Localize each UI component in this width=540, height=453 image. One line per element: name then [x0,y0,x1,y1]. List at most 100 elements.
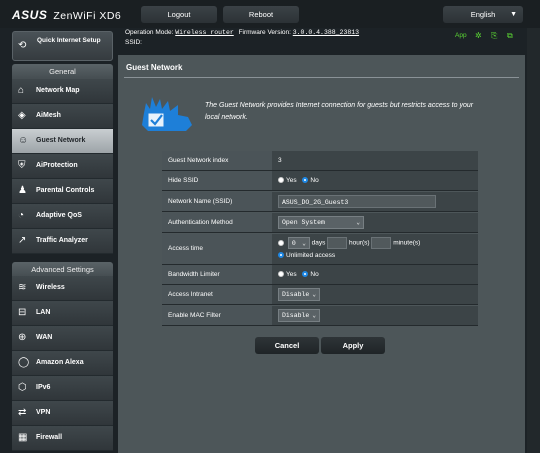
language-label: English [470,10,496,19]
hide-ssid-yes-radio[interactable] [278,177,284,184]
sidebar-item-label: Wireless [36,284,65,291]
form-row-access-time: Access time 0 ⌄ days hour(s) minute(s) U… [162,234,478,265]
sidebar-item-wireless[interactable]: ≋ Wireless [12,276,113,301]
aiprotection-icon: ⛨ [18,160,26,171]
auth-method-select[interactable]: Open System ⌄ [278,215,364,229]
chevron-down-icon: ▼ [510,11,517,18]
auth-method-value: Open System [282,218,325,226]
sidebar-item-ipv6[interactable]: ⬡ IPv6 [12,376,113,401]
usb-icon[interactable]: ⎘ [491,31,497,41]
bandwidth-no-radio[interactable] [302,271,309,278]
mac-filter-label: Enable MAC Filter [162,306,272,325]
minutes-label: minute(s) [393,239,421,247]
yes-label: Yes [286,271,297,278]
mac-filter-value: Disable [282,311,310,319]
hide-ssid-label: Hide SSID [162,171,272,190]
form-row-bandwidth: Bandwidth Limiter Yes No [162,265,478,285]
access-time-label: Access time [162,234,272,264]
sidebar-item-parental-controls[interactable]: ♟ Parental Controls [12,179,113,204]
advanced-section-title: Advanced Settings [12,262,113,277]
mac-filter-select[interactable]: Disable ⌄ [278,308,320,322]
bandwidth-options: Yes No [272,265,478,284]
general-section-title: General [12,64,113,79]
minutes-input[interactable] [371,237,392,249]
reboot-button[interactable]: Reboot [223,6,299,23]
intranet-label: Access Intranet [162,285,272,304]
days-select[interactable]: 0 ⌄ [287,237,310,249]
model-name: ZenWiFi XD6 [53,10,122,22]
sidebar-item-vpn[interactable]: ⇄ VPN [12,401,113,426]
chevron-down-icon: ⌄ [312,290,316,298]
ipv6-icon: ⬡ [18,382,27,393]
operation-mode-label: Operation Mode: [125,29,174,36]
settings-gear-icon[interactable]: ✲ [475,31,482,40]
ssid-input[interactable]: ASUS_DO_2G_Guest3 [278,194,436,208]
limited-access-radio[interactable] [278,240,284,246]
logo: ASUS ZenWiFi XD6 [12,8,121,22]
quick-internet-setup-button[interactable]: ⟲ Quick Internet Setup [12,31,113,61]
wan-icon: ⊕ [18,332,27,343]
form-row-hide-ssid: Hide SSID Yes No [162,171,478,191]
quick-setup-icon: ⟲ [18,40,27,51]
apply-button[interactable]: Apply [321,337,385,354]
hours-input[interactable] [327,237,348,249]
guest-network-illustration-icon [142,97,192,131]
auth-method-label: Authentication Method [162,213,272,232]
auth-cell: Open System ⌄ [272,213,478,232]
sidebar-item-network-map[interactable]: ⌂ Network Map [12,79,113,104]
vpn-icon: ⇄ [18,407,27,418]
title-divider [124,77,519,78]
sidebar-item-label: Firewall [36,434,63,441]
sidebar-item-aiprotection[interactable]: ⛨ AiProtection [12,154,113,179]
hide-ssid-no-radio[interactable] [302,177,309,184]
network-status-icon[interactable]: ⧉ [507,31,513,41]
sidebar-item-amazon-alexa[interactable]: ◯ Amazon Alexa [12,351,113,376]
chevron-down-icon: ⌄ [312,311,316,319]
page-scrollbar[interactable] [527,28,540,453]
index-label: Guest Network index [162,151,272,170]
page-title: Guest Network [126,63,183,72]
firmware-label: Firmware Version: [238,29,291,36]
sidebar-item-label: IPv6 [36,384,51,391]
hours-label: hour(s) [348,239,370,247]
chevron-down-icon: ⌄ [302,240,306,247]
sidebar-item-label: LAN [36,309,51,316]
sidebar-item-label: AiMesh [36,112,61,119]
aimesh-icon: ◈ [18,110,26,121]
form-row-mac-filter: Enable MAC Filter Disable ⌄ [162,306,478,326]
sidebar-item-label: Parental Controls [36,187,95,194]
unlimited-access-label: Unlimited access [286,251,336,259]
quick-setup-label: Quick Internet Setup [37,37,101,44]
sidebar-item-adaptive-qos[interactable]: ◔ Adaptive QoS [12,204,113,229]
sidebar-item-label: Amazon Alexa [36,359,84,366]
intranet-cell: Disable ⌄ [272,285,478,304]
sidebar-item-firewall[interactable]: ▦ Firewall [12,426,113,451]
ssid-label: SSID: [125,39,142,46]
sidebar-item-wan[interactable]: ⊕ WAN [12,326,113,351]
brand-name: ASUS [12,8,48,22]
days-value: 0 [291,240,296,247]
logout-button[interactable]: Logout [141,6,217,23]
cancel-button[interactable]: Cancel [255,337,319,354]
ssid-cell: ASUS_DO_2G_Guest3 [272,192,478,211]
operation-mode-link[interactable]: Wireless router [175,29,234,36]
main-panel: Guest Network The Guest Network provides… [118,55,525,453]
sidebar-item-traffic-analyzer[interactable]: ↗ Traffic Analyzer [12,229,113,254]
lan-icon: ⊟ [18,307,27,318]
index-value: 3 [272,151,478,170]
sidebar-item-aimesh[interactable]: ◈ AiMesh [12,104,113,129]
sidebar-item-guest-network[interactable]: ☺ Guest Network [12,129,113,154]
unlimited-access-radio[interactable] [278,252,284,258]
alexa-icon: ◯ [18,357,30,368]
app-link[interactable]: App [455,32,467,39]
mac-filter-cell: Disable ⌄ [272,306,478,325]
sidebar-item-lan[interactable]: ⊟ LAN [12,301,113,326]
language-select[interactable]: English ▼ [443,6,523,23]
yes-label: Yes [286,177,297,184]
wireless-icon: ≋ [18,282,27,293]
bandwidth-yes-radio[interactable] [278,271,284,278]
firmware-link[interactable]: 3.0.0.4.388_23813 [293,29,359,36]
intranet-select[interactable]: Disable ⌄ [278,287,320,301]
form-row-index: Guest Network index 3 [162,151,478,171]
no-label: No [310,177,319,184]
